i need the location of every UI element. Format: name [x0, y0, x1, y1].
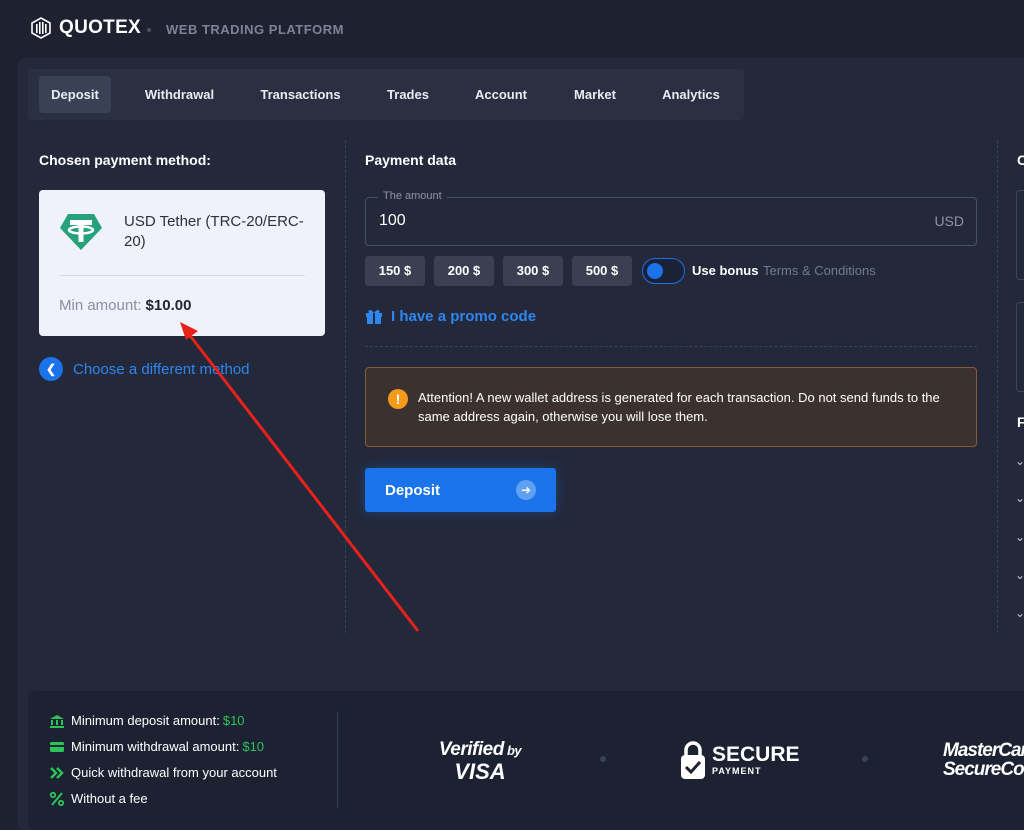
quick-amount-300[interactable]: 300 $	[503, 256, 563, 286]
tab-account[interactable]: Account	[461, 76, 541, 113]
divider	[59, 275, 305, 276]
tab-analytics[interactable]: Analytics	[651, 76, 731, 113]
use-bonus-toggle[interactable]	[642, 258, 685, 284]
visa-text: VISA	[454, 759, 506, 784]
column-divider	[345, 140, 346, 633]
percent-icon	[49, 791, 65, 806]
platform-label: WEB TRADING PLATFORM	[166, 22, 345, 37]
tab-trades[interactable]: Trades	[373, 76, 443, 113]
quick-amount-500[interactable]: 500 $	[572, 256, 632, 286]
amount-legend: The amount	[378, 190, 447, 202]
double-chevron-icon	[50, 766, 64, 779]
chevron-down-icon[interactable]: ⌄	[1015, 530, 1024, 544]
visa-by-text: by	[506, 743, 522, 758]
mastercard-text: MasterCar	[943, 740, 1024, 761]
column-divider	[997, 140, 998, 633]
wallet-warning-alert: ! Attention! A new wallet address is gen…	[365, 367, 977, 447]
deposit-button-label: Deposit	[385, 482, 441, 499]
warning-icon: !	[388, 389, 408, 409]
amount-input[interactable]	[379, 212, 819, 230]
min-amount: Min amount: $10.00	[59, 297, 191, 314]
footer-divider	[337, 712, 338, 808]
payment-method-card[interactable]: USD Tether (TRC-20/ERC-20) Min amount: $1…	[39, 190, 325, 336]
currency-label: USD	[934, 213, 964, 229]
tab-market[interactable]: Market	[561, 76, 629, 113]
amount-field[interactable]: The amount USD	[365, 190, 977, 246]
lock-icon	[681, 741, 705, 779]
bank-icon	[50, 714, 64, 728]
tab-transactions[interactable]: Transactions	[248, 76, 353, 113]
verified-by-visa-badge: Verified by VISA	[430, 740, 530, 783]
card-icon	[50, 741, 64, 752]
chevron-down-icon[interactable]: ⌄	[1015, 454, 1024, 468]
feature-text: Minimum deposit amount:	[71, 713, 220, 728]
min-amount-label: Min amount:	[59, 297, 142, 314]
chevron-down-icon[interactable]: ⌄	[1015, 491, 1024, 505]
visa-verified-text: Verified	[438, 739, 505, 760]
quotex-logo-icon	[31, 17, 51, 39]
tab-bar: Deposit Withdrawal Transactions Trades A…	[28, 69, 744, 120]
change-method-link[interactable]: ❮ Choose a different method	[39, 357, 250, 381]
mastercard-securecode-badge: MasterCar SecureCod	[943, 741, 1024, 779]
feature-value: $10	[242, 739, 265, 754]
separator-dot	[600, 756, 606, 762]
tether-icon	[60, 214, 102, 250]
deposit-button[interactable]: Deposit ➜	[365, 468, 556, 512]
divider	[365, 346, 977, 347]
min-amount-value: $10.00	[145, 297, 192, 314]
payment-data-title: Payment data	[365, 152, 457, 168]
secure-text: SECURE	[712, 743, 800, 766]
chevron-down-icon[interactable]: ⌄	[1015, 606, 1024, 620]
right-column-card	[1016, 302, 1024, 392]
feature-text: Without a fee	[71, 791, 148, 806]
use-bonus-label: Use bonus	[692, 263, 759, 278]
chosen-method-title: Chosen payment method:	[39, 152, 211, 168]
tab-deposit[interactable]: Deposit	[39, 76, 111, 113]
feature-value: $10	[222, 713, 245, 728]
promo-code-label: I have a promo code	[391, 307, 537, 325]
chevron-down-icon[interactable]: ⌄	[1015, 568, 1024, 582]
quick-amount-150[interactable]: 150 $	[365, 256, 425, 286]
separator-dot	[147, 28, 151, 32]
feature-min-deposit: Minimum deposit amount: $10	[49, 713, 245, 728]
promo-code-link[interactable]: I have a promo code	[365, 307, 536, 325]
separator-dot	[862, 756, 868, 762]
quick-amount-200[interactable]: 200 $	[434, 256, 494, 286]
arrow-right-icon: ➜	[516, 480, 536, 500]
chevron-left-icon: ❮	[39, 357, 63, 381]
right-column-title: C	[1017, 152, 1024, 168]
brand-name: QUOTEX	[59, 17, 142, 38]
terms-link[interactable]: Terms & Conditions	[763, 263, 876, 278]
method-name: USD Tether (TRC-20/ERC-20)	[124, 213, 304, 250]
faq-title: F	[1017, 414, 1024, 430]
tab-withdrawal[interactable]: Withdrawal	[128, 76, 231, 113]
feature-min-withdrawal: Minimum withdrawal amount: $10	[49, 739, 264, 754]
feature-quick-withdrawal: Quick withdrawal from your account	[49, 765, 277, 780]
gift-icon	[366, 309, 382, 324]
feature-no-fee: Without a fee	[49, 791, 148, 806]
alert-text: Attention! A new wallet address is gener…	[418, 390, 940, 424]
change-method-label: Choose a different method	[73, 360, 250, 378]
securecode-text: SecureCod	[943, 759, 1024, 780]
top-bar: QUOTEX WEB TRADING PLATFORM	[0, 0, 1024, 58]
right-column-card	[1016, 190, 1024, 280]
logo[interactable]: QUOTEX	[30, 17, 141, 39]
toggle-knob	[647, 263, 663, 279]
payment-text: PAYMENT	[712, 766, 762, 776]
secure-payment-badge: SECURE PAYMENT	[680, 740, 800, 780]
feature-text: Quick withdrawal from your account	[71, 765, 277, 780]
feature-text: Minimum withdrawal amount:	[71, 739, 240, 754]
